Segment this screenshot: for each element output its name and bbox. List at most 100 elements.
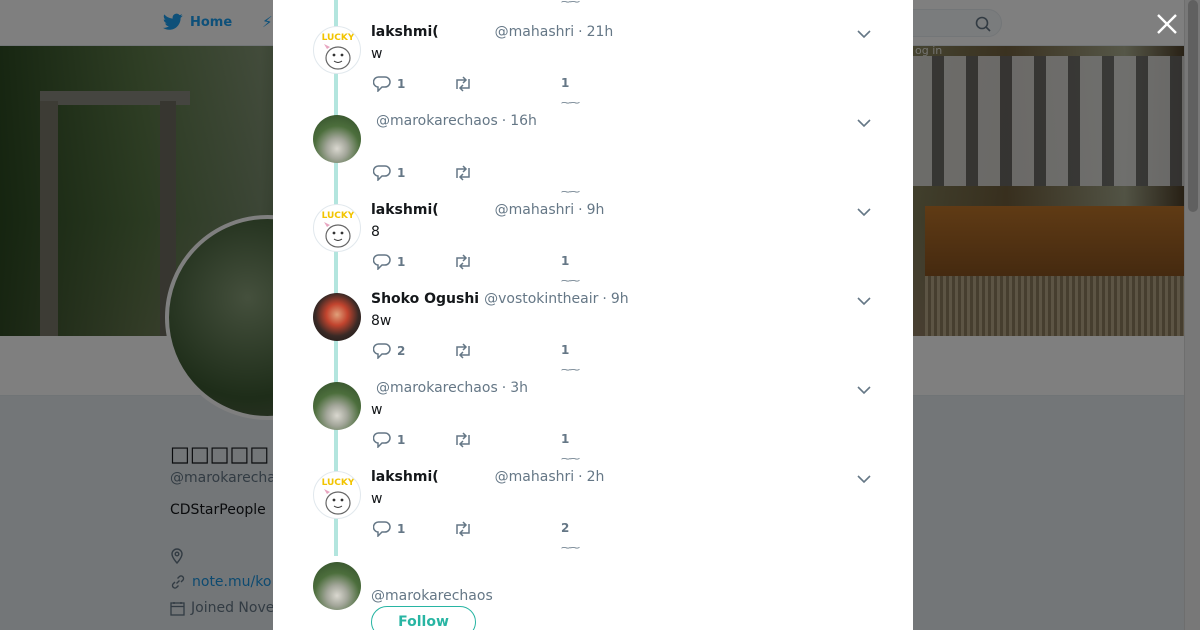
tweet-time[interactable]: 9h [611,291,629,307]
like-count: 2 [561,521,570,535]
tweet-header: @marokarechaos · 3h [376,380,528,396]
chevron-down-icon[interactable] [857,208,871,217]
retweet-icon [456,76,470,92]
tweet-author-name[interactable]: Shoko Ogushi [371,291,479,307]
chevron-down-icon[interactable] [857,386,871,395]
reply-button[interactable]: 1 [373,432,405,448]
tweet-author-name[interactable]: lakshmi( [371,24,439,40]
tweet-actions: 1 1 [373,76,673,96]
retweet-icon [456,343,470,359]
like-button[interactable]: 1 [561,254,569,268]
reply-button[interactable]: 2 [373,343,405,359]
like-hint: ⁓⁓ [561,365,580,376]
tweet-text: 8w [371,313,392,329]
like-count: 1 [561,254,570,268]
like-count: 1 [561,432,570,446]
tweet-time[interactable]: 16h [510,113,537,129]
tweet-time[interactable]: 9h [587,202,605,218]
avatar[interactable] [313,562,361,610]
reply-count: 2 [397,344,406,358]
reply-button[interactable]: 1 [373,521,405,537]
retweet-button[interactable] [453,521,473,537]
tweet-time[interactable]: 21h [587,24,614,40]
tweet[interactable]: LUCKY lakshmi( @mahashri · 9h 8 1 1 ⁓⁓ [273,198,913,287]
tweet-header: lakshmi( @mahashri · 21h [371,24,614,40]
tweet[interactable]: @marokarechaos · 16h 1 ⁓⁓ [273,109,913,198]
avatar[interactable] [313,293,361,341]
tweet-time[interactable]: 2h [587,469,605,485]
avatar[interactable]: LUCKY [313,471,361,519]
avatar[interactable]: LUCKY [313,204,361,252]
tweet-actions: 1 [373,165,673,185]
retweet-button[interactable] [453,432,473,448]
tweet-text: 8 [371,224,380,240]
tweet-author-handle[interactable]: @marokarechaos [376,113,498,129]
tweet-actions: 1 1 [373,254,673,274]
reply-button[interactable]: 1 [373,165,405,181]
tweet[interactable]: @marokarechaos · 3h w 1 1 ⁓⁓ [273,376,913,465]
retweet-button[interactable] [453,254,473,270]
reply-count: 1 [397,77,406,91]
tweet-header: lakshmi( @mahashri · 9h [371,202,605,218]
tweet-author-handle[interactable]: @mahashri [495,202,574,218]
tweet-author-name[interactable]: lakshmi( [371,469,439,485]
tweet-author-handle[interactable]: @mahashri [495,24,574,40]
tweet-actions: 2 1 [373,343,673,363]
like-button[interactable]: 1 [561,432,569,446]
reply-button[interactable]: 1 [373,254,405,270]
tweet-header: @marokarechaos · 16h [376,113,537,129]
like-hint: ⁓⁓ [561,98,580,109]
svg-text:LUCKY: LUCKY [322,478,355,488]
avatar[interactable]: LUCKY [313,26,361,74]
reply-count: 1 [397,166,406,180]
tweet[interactable]: LUCKY lakshmi( @mahashri · 21h w 1 1 ⁓⁓ [273,20,913,109]
reply-count: 1 [397,522,406,536]
tweet-header: lakshmi( @mahashri · 2h [371,469,605,485]
follow-button[interactable]: Follow [371,606,476,630]
close-button[interactable] [1154,11,1180,37]
like-hint: ⁓⁓ [561,187,580,198]
close-icon [1157,14,1177,34]
like-button[interactable]: 1 [561,76,569,90]
like-count: 1 [561,343,570,357]
tweet-author-name[interactable]: lakshmi( [371,202,439,218]
tweet[interactable]: LUCKY lakshmi( @mahashri · 2h w 1 2 ⁓⁓ [273,465,913,554]
like-button[interactable]: 2 [561,521,569,535]
reply-icon [373,432,391,448]
tweet-author-handle[interactable]: @marokarechaos [376,380,498,396]
tweet-actions: 1 2 [373,521,673,541]
account-handle[interactable]: @marokarechaos [371,588,493,604]
retweet-icon [456,165,470,181]
tweet-author-handle[interactable]: @vostokintheair [484,291,598,307]
tweet-text: w [371,402,383,418]
retweet-button[interactable] [453,343,473,359]
like-hint: ⁓⁓ [561,454,580,465]
avatar[interactable] [313,382,361,430]
like-hint: ⁓⁓ [561,276,580,287]
chevron-down-icon[interactable] [857,119,871,128]
tweet[interactable]: Shoko Ogushi @vostokintheair · 9h 8w 2 1 … [273,287,913,376]
reply-count: 1 [397,255,406,269]
retweet-button[interactable] [453,165,473,181]
svg-text:LUCKY: LUCKY [322,33,355,43]
retweet-icon [456,521,470,537]
svg-text:LUCKY: LUCKY [322,211,355,221]
reply-icon [373,76,391,92]
retweet-button[interactable] [453,76,473,92]
tweet-time[interactable]: 3h [510,380,528,396]
like-button[interactable]: 1 [561,343,569,357]
chevron-down-icon[interactable] [857,297,871,306]
tweet-text: w [371,491,383,507]
tweet-author-handle[interactable]: @mahashri [495,469,574,485]
like-hint: ⁓⁓ [561,543,580,554]
account-card: @marokarechaos Follow [273,560,913,630]
chevron-down-icon[interactable] [857,30,871,39]
reply-button[interactable]: 1 [373,76,405,92]
avatar[interactable] [313,115,361,163]
like-hint: ⁓⁓ [561,0,580,8]
retweet-icon [456,254,470,270]
like-count: 1 [561,76,570,90]
retweet-icon [456,432,470,448]
tweet-text: w [371,46,383,62]
chevron-down-icon[interactable] [857,475,871,484]
